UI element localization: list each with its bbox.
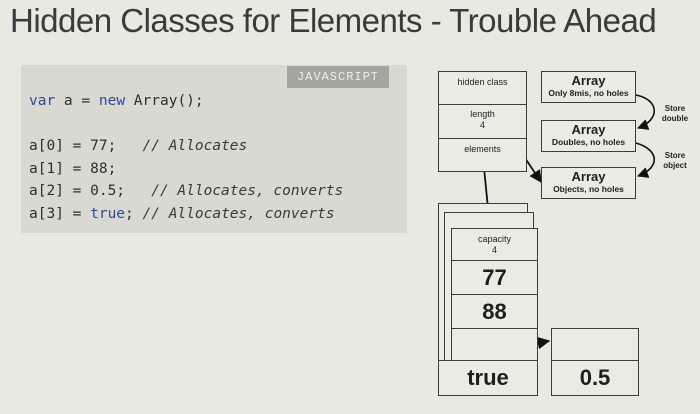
element-cell: 88: [451, 294, 538, 329]
transition-label-double: Store double: [661, 104, 689, 123]
hidden-class-cell: hidden class: [438, 71, 527, 105]
array-kind-doubles: Array Doubles, no holes: [541, 120, 636, 152]
transition-label-object: Store object: [663, 151, 687, 170]
element-cell: [451, 328, 538, 361]
heap-number-box: [551, 328, 639, 361]
element-cell: true: [438, 360, 538, 396]
array-kind-smis: Array Only 8mis, no holes: [541, 71, 636, 103]
capacity-cell: capacity 4: [451, 228, 538, 261]
element-cell: 77: [451, 260, 538, 295]
heap-number-value: 0.5: [551, 360, 639, 396]
length-cell: length 4: [438, 104, 527, 139]
array-kind-objects: Array Objects, no holes: [541, 167, 636, 199]
elements-cell: elements: [438, 138, 527, 172]
